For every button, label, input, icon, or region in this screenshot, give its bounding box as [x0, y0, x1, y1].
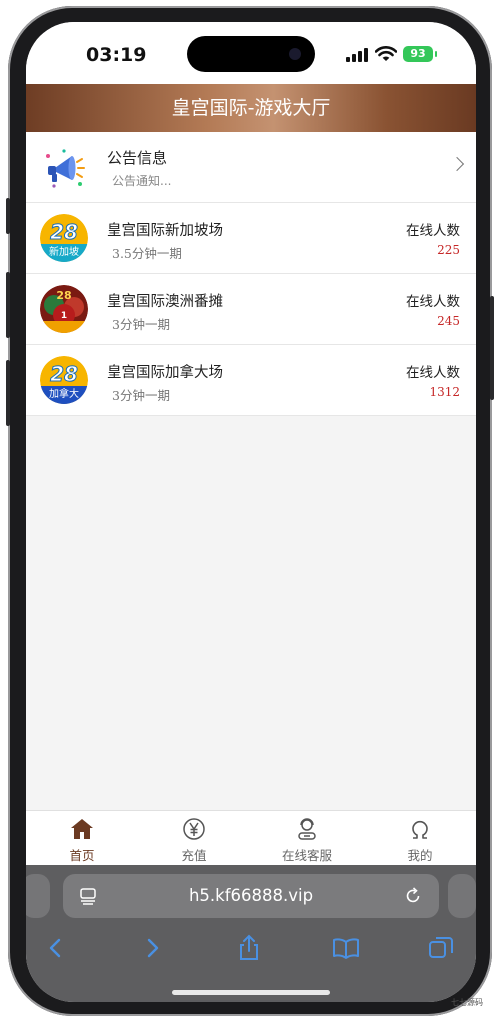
- chevron-right-icon: [449, 156, 465, 172]
- game-row-australia[interactable]: 28 1 皇宫国际澳洲番摊 3分钟一期 在线人数 245: [26, 274, 476, 345]
- svg-text:新加坡: 新加坡: [49, 245, 79, 258]
- dynamic-island: [187, 36, 315, 72]
- forward-icon[interactable]: [138, 933, 168, 963]
- browser-chrome: h5.kf66888.vip: [26, 865, 476, 1002]
- support-agent-icon: [298, 818, 316, 840]
- address-bar[interactable]: h5.kf66888.vip: [63, 874, 439, 918]
- watermark: 七七源码: [451, 998, 483, 1007]
- tab-recharge[interactable]: 充值: [138, 811, 250, 866]
- game-list: 28 新加坡 皇宫国际新加坡场 3.5分钟一期 在线人数 225 28 1 皇宫…: [26, 203, 476, 416]
- svg-text:28: 28: [50, 362, 78, 386]
- url-text: h5.kf66888.vip: [188, 886, 314, 905]
- online-count: 245: [437, 314, 460, 328]
- status-bar: 03:19 93: [26, 22, 476, 84]
- game-row-canada[interactable]: 28 加拿大 皇宫国际加拿大场 3分钟一期 在线人数 1312: [26, 345, 476, 416]
- svg-text:28: 28: [50, 220, 78, 244]
- previous-tab-pill[interactable]: [26, 874, 50, 918]
- game-period: 3.5分钟一期: [112, 246, 182, 261]
- tab-label: 首页: [69, 848, 95, 863]
- tab-label: 我的: [407, 848, 433, 863]
- status-time: 03:19: [86, 44, 147, 66]
- share-icon[interactable]: [234, 933, 264, 963]
- tab-support[interactable]: 在线客服: [251, 811, 363, 866]
- wifi-icon: [375, 46, 397, 61]
- home-icon: [71, 819, 93, 839]
- svg-text:28: 28: [56, 289, 71, 302]
- battery-icon: 93: [403, 46, 437, 62]
- front-camera: [289, 48, 301, 60]
- online-count: 225: [437, 243, 460, 257]
- game-name: 皇宫国际加拿大场: [107, 365, 223, 381]
- notice-title: 公告信息: [107, 149, 168, 167]
- tabs-icon[interactable]: [426, 933, 456, 963]
- online-count: 1312: [429, 385, 460, 399]
- svg-text:加拿大: 加拿大: [49, 387, 79, 400]
- online-label: 在线人数: [406, 294, 460, 310]
- svg-text:1: 1: [61, 311, 67, 321]
- power-button: [490, 296, 494, 400]
- game-name: 皇宫国际新加坡场: [107, 223, 223, 239]
- cellular-signal-icon: [346, 48, 368, 62]
- notice-subtitle: 公告通知...: [112, 174, 172, 188]
- bottom-tab-bar: 首页 充值 在线客服 我的: [26, 810, 476, 866]
- tab-home[interactable]: 首页: [26, 811, 138, 866]
- game-name: 皇宫国际澳洲番摊: [107, 294, 223, 310]
- profile-icon: [412, 820, 428, 839]
- australia-fantan-logo-icon: 28 1: [40, 285, 88, 333]
- singapore-28-logo-icon: 28 新加坡: [40, 214, 88, 262]
- tab-mine[interactable]: 我的: [364, 811, 476, 866]
- home-indicator: [172, 990, 330, 995]
- online-label: 在线人数: [406, 223, 460, 239]
- page-title: 皇宫国际-游戏大厅: [26, 84, 476, 132]
- online-label: 在线人数: [406, 365, 460, 381]
- volume-up-button: [6, 272, 10, 338]
- volume-down-button: [6, 360, 10, 426]
- canada-28-logo-icon: 28 加拿大: [40, 356, 88, 404]
- tab-label: 充值: [181, 848, 207, 863]
- screen: 03:19 93 皇宫国际-游戏大厅 公告信息 公告通知... 28 新加坡 皇…: [26, 22, 476, 1002]
- reload-icon[interactable]: [403, 886, 423, 906]
- bookmarks-icon[interactable]: [331, 933, 361, 963]
- notice-row[interactable]: 公告信息 公告通知...: [26, 132, 476, 203]
- back-icon[interactable]: [40, 933, 70, 963]
- game-period: 3分钟一期: [112, 388, 170, 403]
- next-tab-pill[interactable]: [448, 874, 476, 918]
- game-row-singapore[interactable]: 28 新加坡 皇宫国际新加坡场 3.5分钟一期 在线人数 225: [26, 203, 476, 274]
- tab-label: 在线客服: [281, 848, 332, 863]
- action-button: [6, 198, 10, 234]
- yen-icon: [183, 818, 205, 840]
- game-period: 3分钟一期: [112, 317, 170, 332]
- megaphone-icon: [46, 149, 85, 188]
